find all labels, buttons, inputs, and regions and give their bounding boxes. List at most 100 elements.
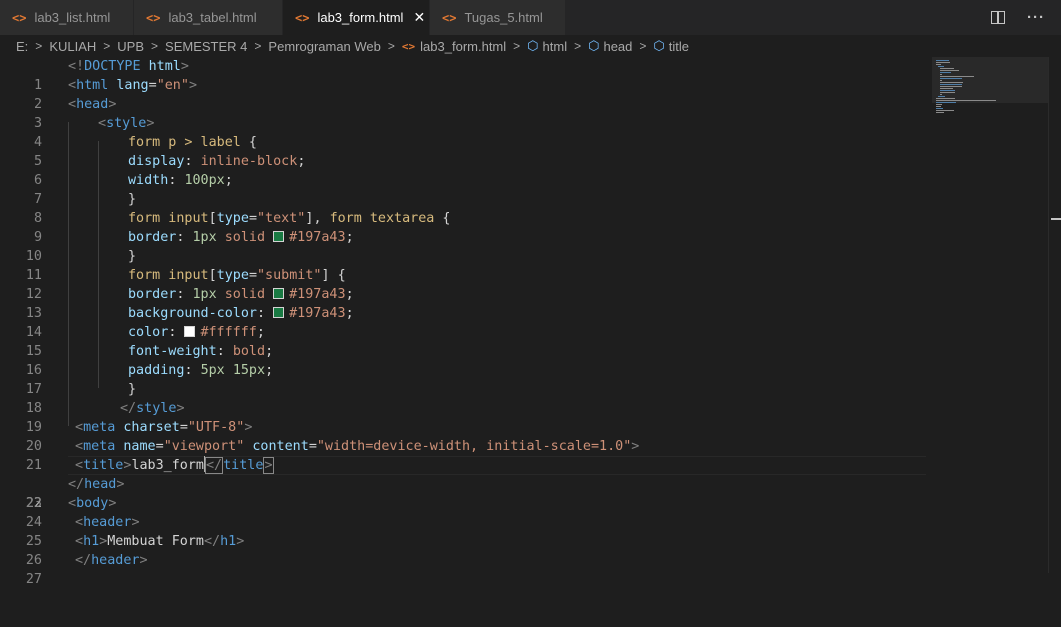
- minimap-line: [936, 60, 949, 61]
- minimap-line: [940, 80, 942, 81]
- minimap-line: [936, 112, 944, 113]
- code-line: 3 <head>: [0, 95, 930, 131]
- chevron-right-icon: >: [387, 39, 395, 53]
- minimap-line: [936, 100, 996, 101]
- html-file-icon: <>: [295, 10, 310, 25]
- tab-lab3-form[interactable]: <> lab3_form.html ✕: [283, 0, 430, 35]
- minimap-line: [940, 86, 963, 87]
- breadcrumb: E: > KULIAH > UPB > SEMESTER 4 > Pemrogr…: [0, 35, 1061, 57]
- chevron-right-icon: >: [513, 39, 521, 53]
- code-line: 7 width: 100px;: [0, 171, 930, 207]
- breadcrumb-symbol-html[interactable]: html: [543, 39, 568, 54]
- code-line: 16 font-weight: bold;: [0, 342, 930, 378]
- html-file-icon: <>: [146, 10, 161, 25]
- editor-tab-bar: <> lab3_list.html <> lab3_tabel.html <> …: [0, 0, 1061, 35]
- minimap-line: [940, 94, 942, 95]
- minimap-line: [938, 66, 944, 67]
- code-editor[interactable]: 1 <!DOCTYPE html> 2 <html lang="en"> 3 <…: [0, 57, 930, 587]
- minimap-line: [936, 108, 943, 109]
- minimap-line: [936, 110, 954, 111]
- html-file-icon: <>: [12, 10, 27, 25]
- code-line: 25 <header>: [0, 513, 930, 549]
- minimap-line: [936, 106, 942, 107]
- code-line: 26 <h1>Membuat Form</h1>: [0, 532, 930, 568]
- code-line: 10 border: 1px solid #197a43;: [0, 228, 930, 264]
- breadcrumb-file[interactable]: lab3_form.html: [420, 39, 506, 54]
- chevron-right-icon: >: [639, 39, 647, 53]
- symbol-cube-icon: ⬡: [527, 38, 539, 53]
- minimap-line: [940, 78, 963, 79]
- minimap-line: [940, 92, 956, 93]
- minimap-line: [938, 96, 945, 97]
- breadcrumb-folder-kuliah[interactable]: KULIAH: [49, 39, 96, 54]
- code-line: 4 <style>: [0, 114, 930, 150]
- code-line: 9 form input[type="text"], form textarea…: [0, 209, 930, 245]
- minimap-line: [940, 88, 953, 89]
- code-line: 12 form input[type="submit"] {: [0, 266, 930, 302]
- code-line-current: 22 <title>lab3_form </title>: [0, 456, 930, 511]
- minimap-line: [940, 74, 942, 75]
- color-swatch-white[interactable]: [184, 326, 196, 337]
- minimap-line: [940, 90, 956, 91]
- code-line: 21 <meta name="viewport" content="width=…: [0, 437, 930, 473]
- tab-label: lab3_list.html: [34, 10, 111, 25]
- code-line: 18 }: [0, 380, 930, 416]
- chevron-right-icon: >: [103, 39, 111, 53]
- more-actions-icon[interactable]: ···: [1027, 9, 1045, 26]
- breadcrumb-folder-pemrograman-web[interactable]: Pemrograman Web: [268, 39, 380, 54]
- code-line: 17 padding: 5px 15px;: [0, 361, 930, 397]
- split-editor-icon[interactable]: [991, 11, 1005, 24]
- tab-lab3-tabel[interactable]: <> lab3_tabel.html: [134, 0, 283, 35]
- tab-actions: ···: [991, 0, 1045, 35]
- tab-tugas-5[interactable]: <> Tugas_5.html: [430, 0, 566, 35]
- html-file-icon: <>: [401, 39, 416, 53]
- html-file-icon: <>: [442, 10, 457, 25]
- color-swatch-green[interactable]: [273, 288, 285, 299]
- breadcrumb-folder-upb[interactable]: UPB: [117, 39, 144, 54]
- chevron-right-icon: >: [574, 39, 582, 53]
- minimap-line: [940, 68, 954, 69]
- symbol-cube-icon: ⬡: [588, 38, 600, 53]
- color-swatch-green[interactable]: [273, 307, 285, 318]
- code-line: 27 </header>: [0, 551, 930, 587]
- minimap-line: [936, 102, 957, 103]
- vertical-scrollbar[interactable]: [1048, 57, 1061, 573]
- code-line: 13 border: 1px solid #197a43;: [0, 285, 930, 321]
- code-line: 1 <!DOCTYPE html>: [0, 57, 930, 93]
- tab-label: Tugas_5.html: [464, 10, 543, 25]
- code-line: 2 <html lang="en">: [0, 76, 930, 112]
- minimap[interactable]: [932, 57, 1047, 573]
- minimap-line: [936, 98, 955, 99]
- code-line: 24 <body>: [0, 494, 930, 530]
- code-line: 20 <meta charset="UTF-8">: [0, 418, 930, 454]
- code-line: 5 form p > label {: [0, 133, 930, 169]
- breadcrumb-symbol-head[interactable]: head: [603, 39, 632, 54]
- chevron-right-icon: >: [151, 39, 159, 53]
- code-line: 23 </head>: [0, 475, 930, 511]
- chevron-right-icon: >: [35, 39, 43, 53]
- minimap-line: [940, 84, 963, 85]
- code-line: 14 background-color: #197a43;: [0, 304, 930, 340]
- color-swatch-green[interactable]: [273, 231, 285, 242]
- code-line: 19 </style>: [0, 399, 930, 435]
- code-line: 8 }: [0, 190, 930, 226]
- symbol-cube-icon: ⬡: [653, 38, 665, 53]
- minimap-line: [940, 72, 952, 73]
- code-line: 11 }: [0, 247, 930, 283]
- code-line: 6 display: inline-block;: [0, 152, 930, 188]
- tab-label: lab3_tabel.html: [168, 10, 257, 25]
- scrollbar-cursor-marker: [1051, 218, 1061, 220]
- minimap-line: [936, 104, 942, 105]
- close-icon[interactable]: ✕: [413, 9, 425, 26]
- tab-label: lab3_form.html: [317, 10, 404, 25]
- code-line: 15 color: #ffffff;: [0, 323, 930, 359]
- minimap-line: [940, 70, 959, 71]
- breadcrumb-drive[interactable]: E:: [16, 39, 28, 54]
- minimap-line: [936, 64, 942, 65]
- minimap-line: [940, 76, 974, 77]
- breadcrumb-symbol-title[interactable]: title: [669, 39, 689, 54]
- minimap-line: [940, 82, 963, 83]
- breadcrumb-folder-semester[interactable]: SEMESTER 4: [165, 39, 247, 54]
- minimap-line: [936, 62, 950, 63]
- tab-lab3-list[interactable]: <> lab3_list.html: [0, 0, 134, 35]
